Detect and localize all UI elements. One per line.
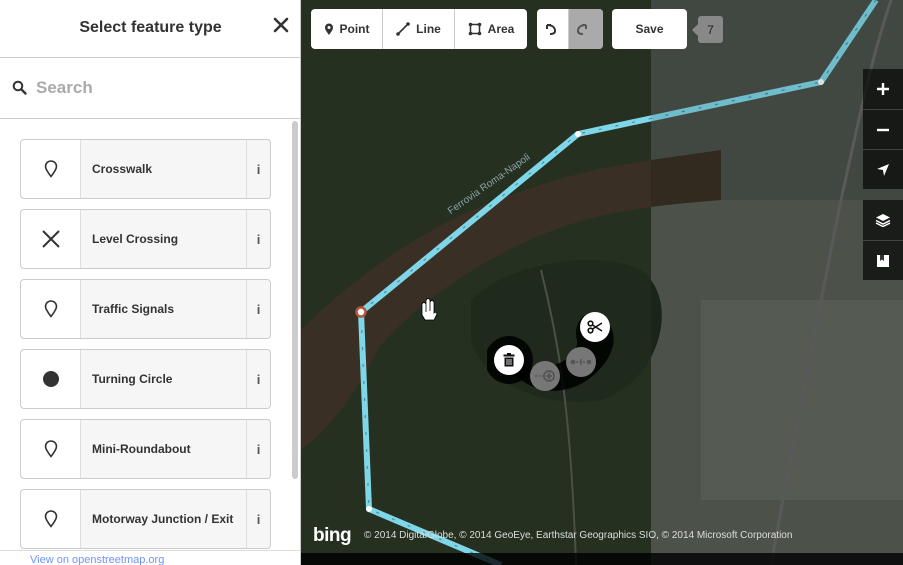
point-label: Point — [339, 22, 370, 36]
map[interactable]: Ferrovia Roma-Napoli Point Line Area Sav… — [301, 0, 903, 565]
search-icon — [12, 80, 28, 101]
pin-icon — [21, 140, 81, 198]
line-icon — [396, 22, 410, 36]
imagery-attribution: © 2014 DigitalGlobe, © 2014 GeoEye, Eart… — [364, 530, 793, 541]
circle-icon — [21, 350, 81, 408]
view-on-osm-link[interactable]: View on openstreetmap.org — [30, 554, 164, 565]
preset-label: Motorway Junction / Exit — [92, 512, 234, 526]
info-button[interactable]: i — [246, 490, 270, 548]
preset-motorway-junction[interactable]: Motorway Junction / Exit i — [20, 489, 271, 549]
add-point-button[interactable]: Point — [311, 9, 383, 49]
pin-icon — [21, 280, 81, 338]
straighten-button[interactable] — [566, 347, 596, 377]
info-button[interactable]: i — [246, 140, 270, 198]
history-buttons — [537, 9, 603, 49]
point-icon — [324, 23, 333, 35]
preset-label: Traffic Signals — [92, 302, 175, 316]
pin-icon — [21, 420, 81, 478]
delete-button[interactable] — [494, 345, 524, 375]
search-input[interactable] — [36, 74, 286, 102]
preset-label: Mini-Roundabout — [92, 442, 191, 456]
add-line-button[interactable]: Line — [383, 9, 455, 49]
location-arrow-icon — [877, 163, 889, 176]
save-label: Save — [635, 22, 664, 36]
mode-buttons: Point Line Area — [311, 9, 527, 49]
sidebar-header: Select feature type — [0, 0, 300, 58]
trash-icon — [503, 353, 515, 367]
redo-button[interactable] — [569, 9, 603, 49]
sidebar: Select feature type Crosswalk i Level Cr… — [0, 0, 301, 565]
preset-turning-circle[interactable]: Turning Circle i — [20, 349, 271, 409]
background-settings-button[interactable] — [863, 200, 903, 240]
sidebar-footer: View on openstreetmap.org — [0, 550, 300, 565]
preset-crosswalk[interactable]: Crosswalk i — [20, 139, 271, 199]
map-data-button[interactable] — [863, 240, 903, 280]
cross-icon — [21, 210, 81, 268]
bing-logo: bing — [313, 525, 352, 546]
area-label: Area — [487, 22, 515, 36]
straighten-icon — [570, 359, 592, 365]
disconnect-icon — [535, 370, 555, 382]
preset-label: Turning Circle — [92, 372, 173, 386]
info-button[interactable]: i — [246, 420, 270, 478]
layers-icon — [875, 214, 891, 227]
pin-icon — [21, 490, 81, 548]
satellite-imagery — [301, 0, 903, 565]
preset-label: Crosswalk — [92, 162, 153, 176]
info-button[interactable]: i — [246, 280, 270, 338]
preset-list: Crosswalk i Level Crossing i Traffic Sig… — [0, 119, 290, 565]
search-bar — [0, 58, 300, 119]
preset-level-crossing[interactable]: Level Crossing i — [20, 209, 271, 269]
undo-icon — [545, 24, 556, 35]
disconnect-button[interactable] — [530, 361, 560, 391]
sidebar-title: Select feature type — [79, 19, 222, 36]
plus-icon — [877, 83, 889, 95]
line-label: Line — [416, 22, 441, 36]
map-footer-bar — [301, 553, 903, 565]
save-count-badge: 7 — [692, 16, 723, 43]
close-icon[interactable] — [273, 17, 289, 33]
split-button[interactable] — [580, 312, 610, 342]
preset-label: Level Crossing — [92, 232, 179, 246]
minus-icon — [877, 128, 889, 131]
map-data-icon — [877, 254, 889, 267]
undo-button[interactable] — [537, 9, 569, 49]
save-button[interactable]: Save — [612, 9, 687, 49]
geolocate-button[interactable] — [863, 149, 903, 189]
add-area-button[interactable]: Area — [455, 9, 527, 49]
area-icon — [468, 22, 481, 36]
preset-mini-roundabout[interactable]: Mini-Roundabout i — [20, 419, 271, 479]
zoom-out-button[interactable] — [863, 109, 903, 149]
scissors-icon — [587, 320, 603, 334]
redo-icon — [576, 24, 587, 35]
info-button[interactable]: i — [246, 350, 270, 408]
preset-traffic-signals[interactable]: Traffic Signals i — [20, 279, 271, 339]
zoom-in-button[interactable] — [863, 69, 903, 109]
info-button[interactable]: i — [246, 210, 270, 268]
scrollbar[interactable] — [292, 121, 298, 479]
